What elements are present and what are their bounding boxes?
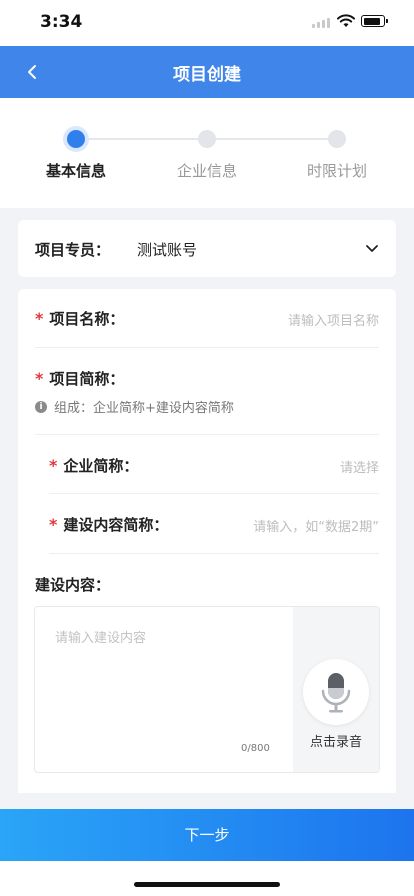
project-name-label: 项目名称： bbox=[49, 310, 125, 328]
required-mark: * bbox=[35, 309, 44, 328]
divider bbox=[49, 493, 379, 494]
nav-bar: 项目创建 bbox=[0, 46, 414, 98]
record-label: 点击录音 bbox=[309, 735, 362, 750]
content-abbr-label: 建设内容简称： bbox=[63, 516, 169, 534]
wifi-icon bbox=[337, 14, 355, 27]
voice-panel: 点击录音 bbox=[293, 607, 379, 772]
step-dot-2 bbox=[198, 130, 216, 148]
company-abbr-label: 企业简称： bbox=[63, 457, 139, 475]
info-icon: i bbox=[35, 400, 47, 413]
basic-info-form: * 项目名称： 请输入项目名称 * 项目简称： i 组成：企业简称+建设内容简称 * 企… bbox=[18, 289, 396, 793]
step-label-basic: 基本信息 bbox=[45, 162, 106, 180]
next-step-button[interactable]: 下一步 bbox=[0, 809, 414, 861]
step-dot-3 bbox=[328, 130, 346, 148]
status-time: 3:34 bbox=[40, 12, 83, 32]
step-indicator: 基本信息 企业信息 时限计划 bbox=[0, 98, 414, 208]
microphone-icon bbox=[321, 673, 351, 713]
home-indicator bbox=[134, 882, 280, 887]
content-row: 建设内容： bbox=[35, 574, 379, 595]
specialist-label: 项目专员： bbox=[35, 241, 111, 259]
required-mark: * bbox=[49, 456, 58, 475]
divider bbox=[35, 434, 379, 435]
content-label: 建设内容： bbox=[35, 576, 111, 594]
record-button[interactable] bbox=[303, 659, 369, 725]
step-label-company: 企业信息 bbox=[176, 162, 237, 180]
chevron-down-icon[interactable] bbox=[364, 240, 380, 256]
project-abbr-row: * 项目简称： bbox=[35, 368, 379, 389]
divider bbox=[35, 347, 379, 348]
project-abbr-label: 项目简称： bbox=[49, 370, 125, 388]
battery-icon bbox=[361, 15, 388, 27]
company-abbr-select[interactable]: 请选择 bbox=[340, 457, 379, 476]
step-line bbox=[85, 138, 198, 140]
status-bar: 3:34 bbox=[0, 0, 414, 46]
content-textarea[interactable]: 请输入建设内容 0/800 点击录音 bbox=[34, 606, 380, 773]
project-name-row[interactable]: * 项目名称： 请输入项目名称 bbox=[35, 308, 379, 329]
home-indicator-area bbox=[0, 861, 414, 896]
specialist-selector[interactable]: 项目专员： 测试账号 bbox=[18, 220, 396, 277]
specialist-value: 测试账号 bbox=[137, 241, 198, 259]
hint-text: 组成：企业简称+建设内容简称 bbox=[54, 401, 234, 416]
content-placeholder: 请输入建设内容 bbox=[55, 631, 147, 646]
project-abbr-hint: i 组成：企业简称+建设内容简称 bbox=[35, 397, 234, 416]
required-mark: * bbox=[49, 515, 58, 534]
project-name-input[interactable]: 请输入项目名称 bbox=[288, 310, 379, 329]
page-title: 项目创建 bbox=[173, 65, 241, 85]
step-dot-1 bbox=[67, 130, 85, 148]
content-abbr-row[interactable]: * 建设内容简称： 请输入，如“数据2期” bbox=[49, 514, 379, 535]
company-abbr-row[interactable]: * 企业简称： 请选择 bbox=[49, 455, 379, 476]
content-abbr-input[interactable]: 请输入，如“数据2期” bbox=[253, 516, 379, 535]
step-label-timeline: 时限计划 bbox=[306, 162, 367, 180]
signal-icon bbox=[312, 16, 334, 28]
step-line bbox=[215, 138, 329, 140]
char-count: 0/800 bbox=[241, 743, 270, 754]
required-mark: * bbox=[35, 369, 44, 388]
divider bbox=[49, 553, 379, 554]
